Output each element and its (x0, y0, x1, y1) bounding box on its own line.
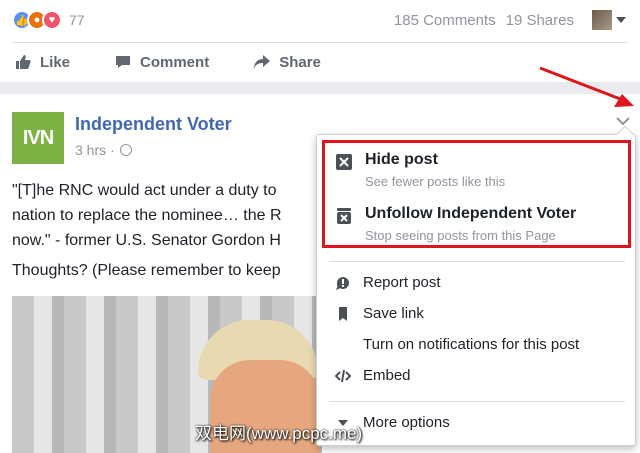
save-link-item[interactable]: Save link (335, 305, 424, 322)
notification-spacer (335, 337, 351, 353)
embed-item[interactable]: Embed (335, 367, 411, 384)
more-options-label: More options (363, 414, 450, 431)
watermark-text: 双电网(www.pcpc.me) (195, 424, 363, 443)
save-link-label: Save link (363, 305, 424, 322)
hide-post-item[interactable]: Hide post See fewer posts like this (335, 151, 505, 189)
unfollow-item[interactable]: Unfollow Independent Voter Stop seeing p… (335, 205, 576, 243)
menu-divider (329, 261, 625, 262)
embed-label: Embed (363, 367, 411, 384)
code-icon (335, 368, 351, 384)
hide-post-subtitle: See fewer posts like this (365, 174, 506, 189)
hide-x-icon (335, 153, 353, 171)
unfollow-icon (335, 207, 353, 225)
report-post-label: Report post (363, 274, 441, 291)
report-exclamation-icon (335, 275, 351, 291)
report-post-item[interactable]: Report post (335, 274, 441, 291)
bookmark-icon (335, 306, 351, 322)
post-options-menu: Hide post See fewer posts like this Unfo… (316, 125, 636, 446)
notifications-label: Turn on notifications for this post (363, 336, 580, 353)
notifications-item[interactable]: Turn on notifications for this post (335, 336, 579, 353)
unfollow-subtitle: Stop seeing posts from this Page (365, 228, 556, 243)
unfollow-title: Unfollow Independent Voter (365, 205, 577, 222)
menu-divider (329, 401, 625, 402)
hide-post-title: Hide post (365, 151, 438, 168)
